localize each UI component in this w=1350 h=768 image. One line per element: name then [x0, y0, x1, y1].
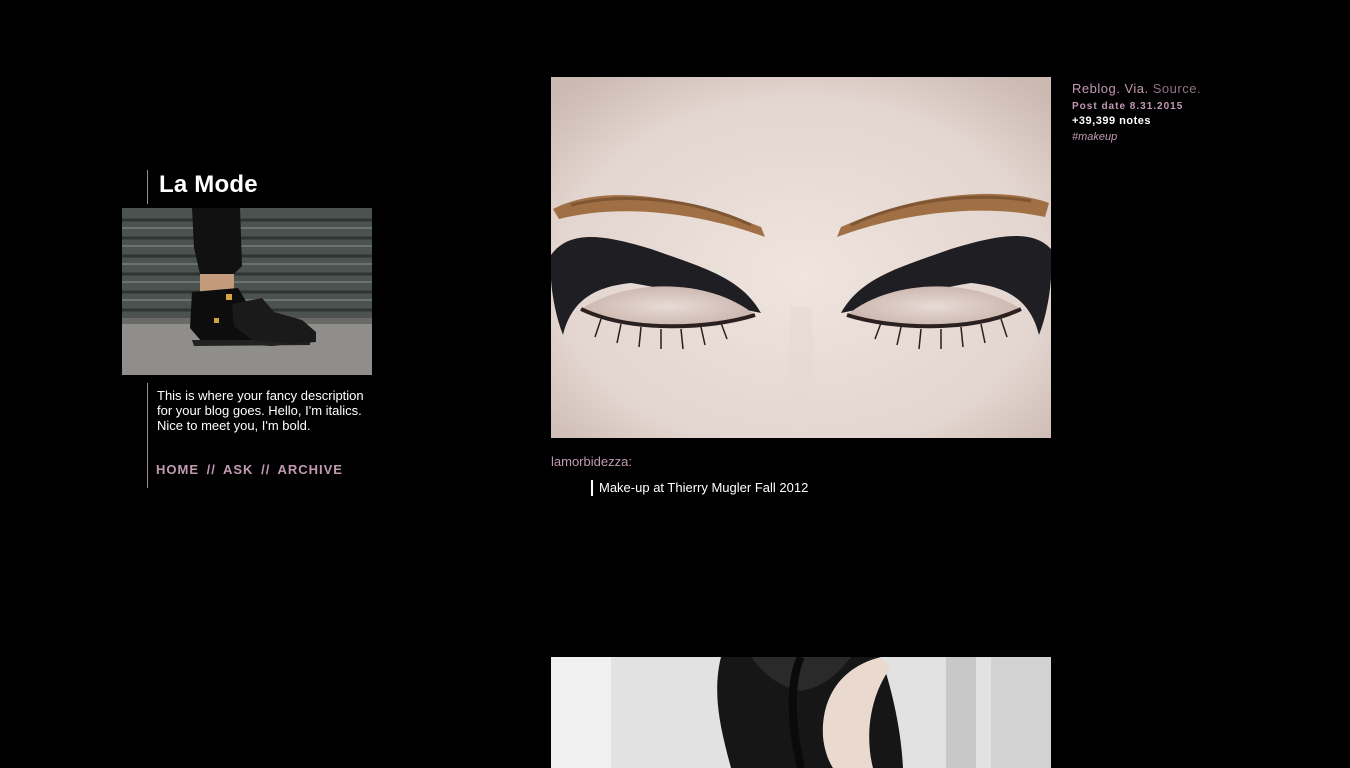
- post-tags: #makeup: [1072, 131, 1272, 144]
- nav-archive-link[interactable]: ARCHIVE: [277, 462, 343, 477]
- post-author-link[interactable]: lamorbidezza: [551, 454, 628, 469]
- nav-home-link[interactable]: HOME: [156, 462, 199, 477]
- header-photo-sneakers: [122, 208, 372, 375]
- post-meta-links: Reblog. Via. Source.: [1072, 81, 1272, 97]
- nav-separator: //: [261, 462, 271, 477]
- nav-ask-link[interactable]: ASK: [223, 462, 253, 477]
- post-quote: Make-up at Thierry Mugler Fall 2012: [591, 480, 808, 496]
- post-author-colon: :: [628, 454, 632, 469]
- blog-description-block: This is where your fancy description for…: [147, 383, 378, 488]
- post-photo-eye-makeup[interactable]: [551, 77, 1051, 438]
- blog-title-wrap: La Mode: [147, 170, 258, 204]
- tag-makeup-link[interactable]: #makeup: [1072, 131, 1117, 143]
- blog-title[interactable]: La Mode: [159, 170, 258, 200]
- post-date[interactable]: Post date 8.31.2015: [1072, 100, 1272, 113]
- blog-page: La Mode This is where your fancy descrip…: [0, 0, 1350, 768]
- blog-description: This is where your fancy description for…: [157, 388, 364, 433]
- nav-separator: //: [206, 462, 216, 477]
- reblog-link[interactable]: Reblog.: [1072, 81, 1120, 96]
- source-link[interactable]: Source.: [1153, 81, 1201, 96]
- post-photo-black-dress[interactable]: [551, 657, 1051, 768]
- via-link[interactable]: Via.: [1124, 81, 1148, 96]
- post-author: lamorbidezza:: [551, 454, 632, 469]
- blog-nav: HOME // ASK // ARCHIVE: [156, 462, 343, 477]
- post-meta: Reblog. Via. Source. Post date 8.31.2015…: [1072, 81, 1272, 144]
- post-notes-count[interactable]: +39,399 notes: [1072, 115, 1272, 128]
